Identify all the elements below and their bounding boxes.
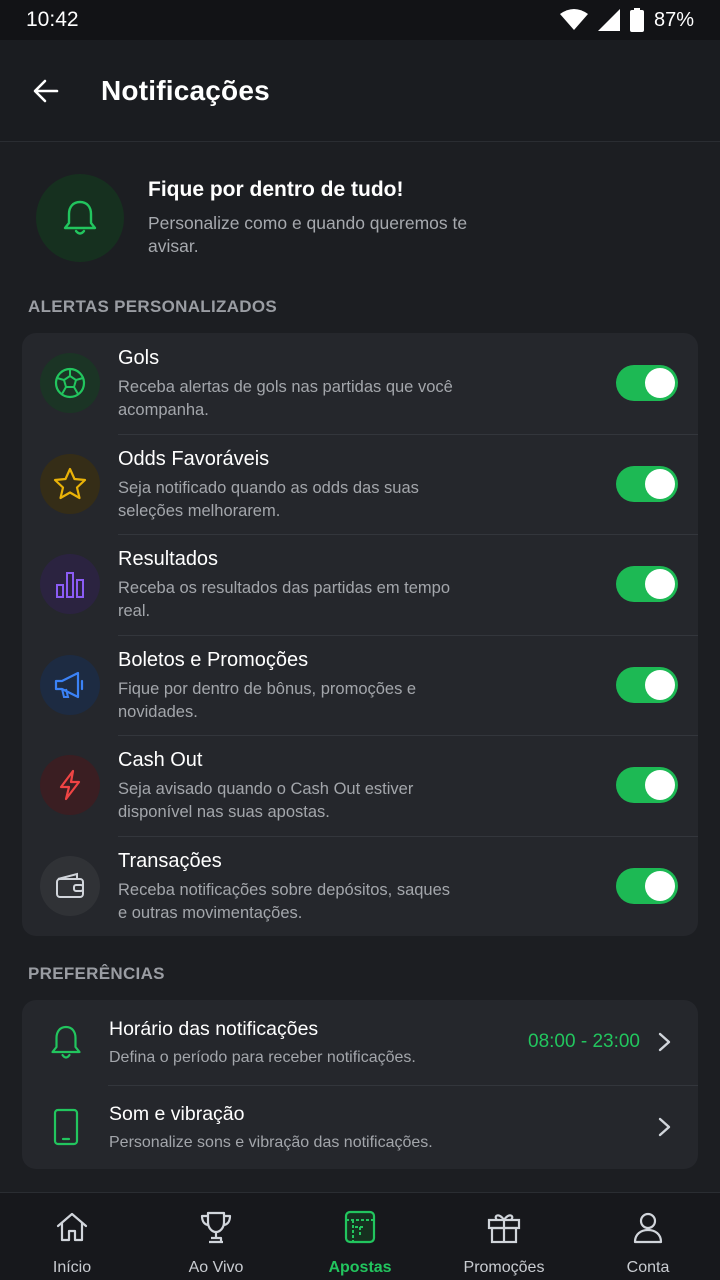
megaphone-icon: [40, 654, 100, 715]
soccer-ball-icon: [40, 353, 100, 413]
toggle-transacoes[interactable]: [616, 867, 678, 904]
nav-item-promocoes[interactable]: Promoções: [432, 1193, 576, 1280]
alert-row-transacoes: Transações Receba notificações sobre dep…: [22, 835, 698, 937]
chevron-right-icon: [658, 1032, 671, 1052]
lightning-icon: [40, 755, 100, 815]
alert-title: Transações: [118, 849, 222, 872]
pref-description: Personalize sons e vibração das notifica…: [109, 1133, 433, 1151]
pref-title: Som e vibração: [109, 1102, 245, 1125]
status-indicators: 87%: [559, 8, 694, 32]
wallet-icon: [40, 855, 100, 916]
toggle-odds[interactable]: [616, 465, 678, 502]
alerts-card: Gols Receba alertas de gols nas partidas…: [22, 333, 698, 936]
nav-label: Conta: [626, 1259, 670, 1276]
preferences-card: Horário das notificações Defina o períod…: [22, 1000, 698, 1169]
bell-icon: [63, 200, 97, 235]
toggle-gols[interactable]: [616, 365, 678, 401]
status-bar: 10:42 87%: [0, 0, 720, 40]
toggle-knob: [645, 870, 675, 901]
toggle-knob: [645, 770, 675, 800]
section-label-alerts: ALERTAS PERSONALIZADOS: [28, 297, 278, 316]
back-button[interactable]: [16, 61, 76, 121]
pref-description: Defina o período para receber notificaçõ…: [109, 1049, 416, 1066]
bar-chart-icon: [40, 554, 100, 614]
battery-level: 87%: [653, 8, 694, 31]
battery-icon: [629, 8, 644, 32]
toggle-resultados[interactable]: [616, 566, 678, 602]
home-icon: [52, 1207, 92, 1247]
gift-icon: [484, 1207, 524, 1247]
alert-title: Boletos e Promoções: [118, 648, 309, 671]
app-bar: Notificações: [0, 40, 720, 142]
hero-bell-badge: [36, 174, 124, 262]
wifi-icon: [559, 9, 588, 31]
alert-row-cashout: Cash Out Seja avisado quando o Cash Out …: [22, 735, 698, 836]
alert-description: Fique por dentro de bônus, promoções e n…: [118, 679, 417, 721]
nav-item-ao-vivo[interactable]: Ao Vivo: [144, 1193, 288, 1280]
toggle-knob: [645, 368, 675, 398]
alert-description: Receba alertas de gols nas partidas que …: [118, 378, 453, 419]
nav-label: Início: [52, 1259, 92, 1276]
page-title: Notificações: [101, 74, 270, 106]
hero-subtitle: Personalize como e quando queremos te av…: [148, 213, 468, 256]
alert-description: Seja notificado quando as odds das suas …: [118, 478, 419, 520]
toggle-knob: [645, 468, 675, 499]
nav-item-conta[interactable]: Conta: [576, 1193, 720, 1280]
nav-item-apostas[interactable]: Apostas: [288, 1193, 432, 1280]
bottom-nav: Início Ao Vivo Apostas Promoções Conta: [0, 1192, 720, 1280]
nav-label: Apostas: [328, 1259, 392, 1276]
alert-description: Seja avisado quando o Cash Out estiver d…: [118, 780, 414, 821]
toggle-knob: [645, 669, 675, 700]
bell-icon: [46, 1022, 86, 1062]
alert-row-gols: Gols Receba alertas de gols nas partidas…: [22, 333, 698, 434]
alert-title: Odds Favoráveis: [118, 447, 270, 470]
toggle-knob: [645, 569, 675, 599]
signal-icon: [597, 9, 620, 31]
trophy-icon: [196, 1207, 236, 1247]
alert-row-odds: Odds Favoráveis Seja notificado quando a…: [22, 433, 698, 535]
alert-row-resultados: Resultados Receba os resultados das part…: [22, 534, 698, 635]
chevron-right-icon: [658, 1117, 671, 1136]
ticket-icon: [340, 1207, 380, 1247]
nav-label: Ao Vivo: [188, 1259, 244, 1276]
nav-item-inicio[interactable]: Início: [0, 1193, 144, 1280]
section-label-preferences: PREFERÊNCIAS: [28, 964, 165, 983]
toggle-cashout[interactable]: [616, 767, 678, 803]
arrow-left-icon: [33, 79, 59, 102]
alert-description: Receba os resultados das partidas em tem…: [118, 579, 451, 620]
phone-icon: [46, 1107, 86, 1147]
hero-banner: Fique por dentro de tudo! Personalize co…: [36, 174, 686, 264]
hero-title: Fique por dentro de tudo!: [148, 178, 404, 201]
pref-title: Horário das notificações: [109, 1018, 319, 1040]
alert-description: Receba notificações sobre depósitos, saq…: [118, 880, 451, 922]
pref-row-horario[interactable]: Horário das notificações Defina o períod…: [22, 1000, 698, 1085]
alert-title: Cash Out: [118, 749, 203, 771]
user-icon: [628, 1207, 668, 1247]
toggle-boletos[interactable]: [616, 666, 678, 703]
alert-title: Gols: [118, 347, 160, 369]
notification-time-range: 08:00 - 23:00: [528, 1031, 640, 1052]
alert-row-boletos: Boletos e Promoções Fique por dentro de …: [22, 634, 698, 736]
star-icon: [40, 453, 100, 514]
alert-title: Resultados: [118, 548, 219, 570]
status-time: 10:42: [26, 8, 79, 31]
pref-row-som[interactable]: Som e vibração Personalize sons e vibraç…: [22, 1084, 698, 1170]
nav-label: Promoções: [463, 1259, 545, 1276]
